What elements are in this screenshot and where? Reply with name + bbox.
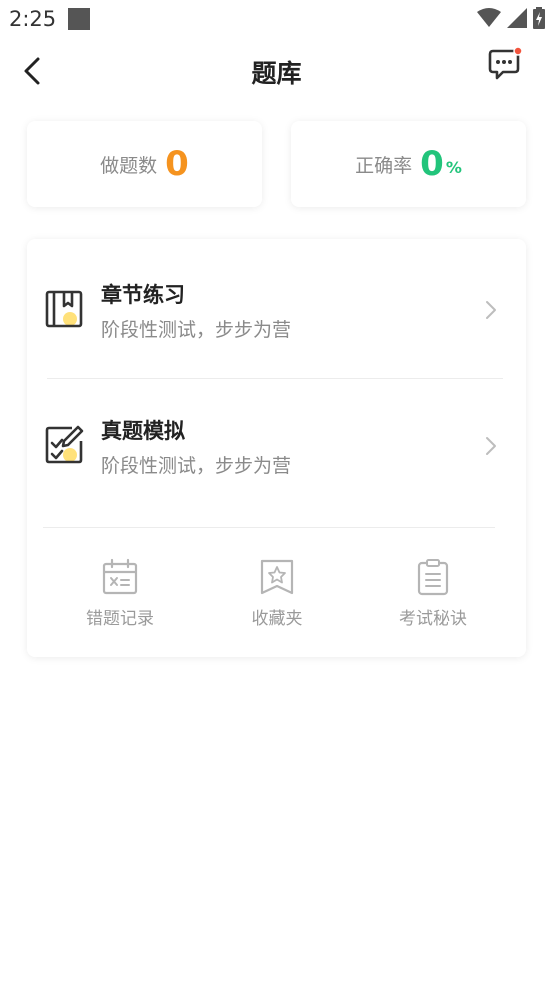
- battery-icon: [533, 7, 545, 29]
- questions-done-card: 做题数 0: [27, 121, 262, 207]
- favorites-button[interactable]: 收藏夹: [207, 544, 347, 644]
- real-exam-simulation-title: 真题模拟: [101, 419, 185, 443]
- page-title: 题库: [251, 59, 302, 88]
- chevron-right-icon: [486, 437, 496, 455]
- exam-tips-button[interactable]: 考试秘诀: [363, 544, 503, 644]
- accuracy-value: 0: [420, 144, 444, 184]
- status-bar: 2:25: [0, 0, 553, 38]
- questions-done-label: 做题数: [100, 154, 158, 177]
- wrong-questions-label: 错题记录: [86, 609, 154, 629]
- real-exam-simulation-item[interactable]: 真题模拟 阶段性测试，步步为营: [27, 385, 526, 505]
- status-time: 2:25: [9, 7, 57, 31]
- chapter-practice-item[interactable]: 章节练习 阶段性测试，步步为营: [27, 249, 526, 369]
- clipboard-icon: [417, 559, 449, 596]
- status-icons: [477, 6, 545, 30]
- real-exam-simulation-subtitle: 阶段性测试，步步为营: [101, 455, 292, 477]
- chapter-practice-title: 章节练习: [101, 283, 185, 307]
- accuracy-unit: %: [445, 157, 462, 177]
- questions-done-value: 0: [165, 144, 189, 184]
- wifi-icon: [477, 8, 501, 27]
- row-divider: [47, 378, 503, 379]
- notification-badge: [513, 46, 523, 56]
- chapter-practice-subtitle: 阶段性测试，步步为营: [101, 319, 292, 341]
- practice-panel: 章节练习 阶段性测试，步步为营 真题模拟 阶段性测试，步步为营 错题记录 收藏夹…: [27, 239, 526, 657]
- accuracy-label: 正确率: [355, 154, 413, 177]
- favorites-label: 收藏夹: [251, 609, 303, 629]
- notification-square-icon: [68, 8, 90, 30]
- tools-divider: [43, 527, 495, 528]
- tools-row: 错题记录 收藏夹 考试秘诀: [27, 544, 526, 644]
- signal-icon: [507, 8, 527, 28]
- exam-tips-label: 考试秘诀: [399, 609, 467, 629]
- calendar-x-icon: [102, 558, 138, 595]
- chat-bubble-icon[interactable]: [487, 46, 523, 82]
- chevron-right-icon: [486, 301, 496, 319]
- edit-checklist-icon: [45, 425, 84, 464]
- wrong-questions-button[interactable]: 错题记录: [50, 544, 190, 644]
- star-bookmark-icon: [260, 559, 294, 595]
- app-header: 题库: [0, 38, 553, 106]
- accuracy-card: 正确率 0 %: [291, 121, 526, 207]
- book-icon: [45, 290, 83, 328]
